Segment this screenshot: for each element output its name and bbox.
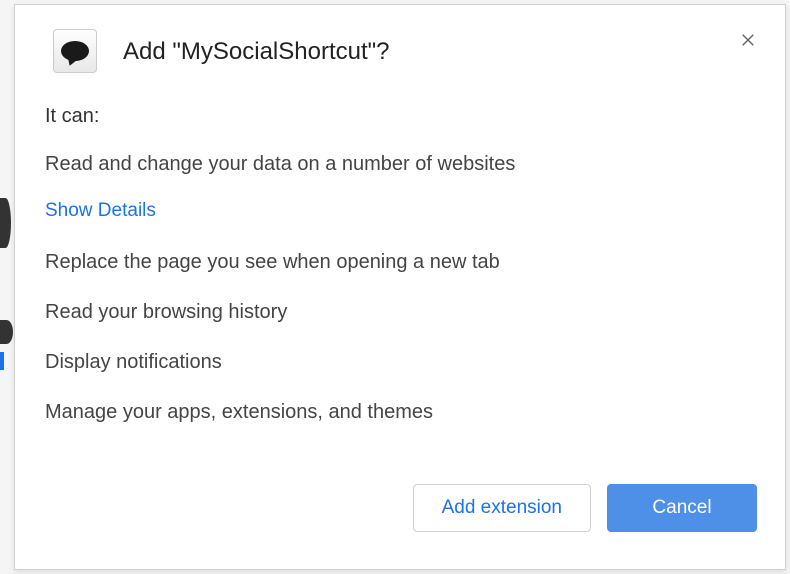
- extension-icon: [53, 29, 97, 73]
- dialog-footer: Add extension Cancel: [15, 468, 785, 554]
- permission-item: Manage your apps, extensions, and themes: [45, 398, 755, 426]
- permission-item: Display notifications: [45, 348, 755, 376]
- background-edge-decoration: [0, 198, 11, 248]
- extension-install-dialog: Add "MySocialShortcut"? It can: Read and…: [14, 4, 786, 570]
- background-edge-decoration: [0, 320, 13, 344]
- permission-item: Read and change your data on a number of…: [45, 150, 755, 178]
- dialog-header: Add "MySocialShortcut"?: [15, 5, 785, 93]
- show-details-link[interactable]: Show Details: [45, 200, 156, 222]
- cancel-button[interactable]: Cancel: [607, 484, 757, 532]
- add-extension-button[interactable]: Add extension: [413, 484, 591, 532]
- permissions-intro: It can:: [45, 105, 755, 128]
- permission-item: Read your browsing history: [45, 298, 755, 326]
- permission-item: Replace the page you see when opening a …: [45, 248, 755, 276]
- dialog-title: Add "MySocialShortcut"?: [123, 29, 390, 69]
- close-icon: [739, 31, 757, 49]
- background-edge-decoration: [0, 352, 4, 370]
- close-button[interactable]: [733, 25, 763, 55]
- speech-bubble-icon: [61, 41, 89, 61]
- dialog-body: It can: Read and change your data on a n…: [15, 93, 785, 468]
